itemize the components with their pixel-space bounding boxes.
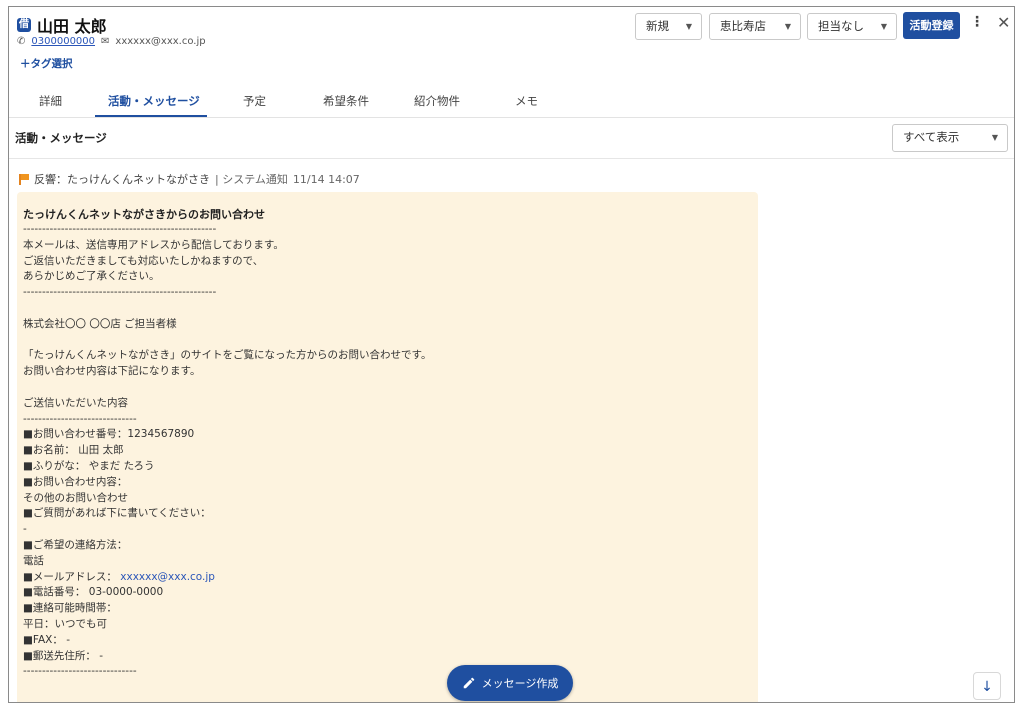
- tag-select-link[interactable]: ＋タグ選択: [20, 56, 73, 71]
- pencil-icon: [463, 677, 474, 689]
- message-line: [23, 301, 431, 317]
- message-line: ■郵送先住所： -: [23, 649, 104, 662]
- activity-source: | システム通知: [215, 173, 288, 186]
- message-line: [23, 333, 431, 349]
- tab-memo[interactable]: メモ: [515, 93, 538, 109]
- compose-label: メッセージ作成: [481, 677, 559, 690]
- message-line: ■ふりがな： やまだ たろう: [23, 459, 155, 472]
- message-line: ■ご希望の連絡方法：: [23, 538, 128, 551]
- message-line: ご送信いただいた内容: [23, 396, 128, 409]
- message-title: たっけんくんネットながさきからのお問い合わせ: [23, 208, 265, 221]
- message-line: [23, 380, 431, 396]
- flag-icon: [19, 173, 29, 185]
- filter-dropdown[interactable]: すべて表示 ▼: [892, 124, 1008, 152]
- message-line: ■FAX： -: [23, 633, 70, 646]
- message-line: -: [23, 523, 27, 536]
- message-card: たっけんくんネットながさきからのお問い合わせ -----------------…: [17, 192, 758, 702]
- message-line: あらかじめご了承ください。: [23, 270, 160, 283]
- message-line: ■お問い合わせ内容：: [23, 475, 128, 488]
- customer-name: 山田 太郎: [37, 17, 107, 36]
- assignee-value: 担当なし: [818, 19, 864, 33]
- message-line: ■お問い合わせ番号：1234567890: [23, 428, 195, 441]
- chevron-down-icon: ▼: [685, 22, 692, 31]
- arrow-down-icon[interactable]: ↓: [973, 672, 1001, 700]
- tab-introduced-properties[interactable]: 紹介物件: [414, 93, 460, 109]
- mail-icon: ✉: [101, 36, 110, 47]
- email-label: ■メールアドレス：: [23, 570, 117, 583]
- email-link[interactable]: xxxxxx@xxx.co.jp: [120, 571, 215, 583]
- activity-header: 反響：たっけんくんネットながさき | システム通知 11/14 14:07: [19, 171, 360, 187]
- phone-icon: ✆: [17, 36, 26, 47]
- message-body: ----------------------------------------…: [23, 222, 431, 680]
- message-line: ■お名前： 山田 太郎: [23, 444, 124, 457]
- customer-type-badge: 借: [17, 18, 31, 32]
- tab-preferences[interactable]: 希望条件: [323, 93, 369, 109]
- customer-panel: 借 山田 太郎 ✆ 0300000000 ✉ xxxxxx@xxx.co.jp …: [8, 6, 1015, 703]
- tab-activity-messages[interactable]: 活動・メッセージ: [108, 93, 200, 109]
- message-line: ------------------------------: [23, 412, 137, 425]
- tab-bar: 詳細 活動・メッセージ 予定 希望条件 紹介物件 メモ: [9, 85, 1014, 118]
- email-text: xxxxxx@xxx.co.jp: [115, 36, 206, 47]
- message-line: ■ご質問があれば下に書いてください：: [23, 507, 211, 520]
- customer-name-row: 借 山田 太郎: [17, 13, 107, 37]
- more-vertical-icon[interactable]: ⋮: [970, 14, 984, 30]
- message-line: 株式会社〇〇 〇〇店 ご担当者様: [23, 317, 177, 330]
- contact-row: ✆ 0300000000 ✉ xxxxxx@xxx.co.jp: [17, 36, 206, 47]
- section-header: 活動・メッセージ すべて表示 ▼: [9, 118, 1014, 159]
- activity-datetime: 11/14 14:07: [292, 172, 360, 186]
- section-title: 活動・メッセージ: [15, 131, 107, 145]
- message-line: ご返信いただきましても対応いたしかねますので、: [23, 254, 264, 267]
- message-line: ----------------------------------------…: [23, 223, 217, 235]
- message-line: ----------------------------------------…: [23, 286, 217, 299]
- tab-schedule[interactable]: 予定: [243, 93, 266, 109]
- message-line-email: ■メールアドレス： xxxxxx@xxx.co.jp: [23, 570, 431, 586]
- phone-link[interactable]: 0300000000: [31, 36, 95, 47]
- message-line: ■電話番号： 03-0000-0000: [23, 586, 164, 599]
- activity-label: 反響：たっけんくんネットながさき: [34, 173, 210, 186]
- message-line: 本メールは、送信専用アドレスから配信しております。: [23, 238, 284, 251]
- status-dropdown[interactable]: 新規 ▼: [635, 13, 702, 40]
- active-tab-indicator: [95, 115, 207, 117]
- store-dropdown[interactable]: 恵比寿店 ▼: [709, 13, 801, 40]
- compose-message-button[interactable]: メッセージ作成: [447, 665, 573, 701]
- close-icon[interactable]: ✕: [997, 13, 1010, 32]
- chevron-down-icon: ▼: [880, 22, 887, 31]
- register-activity-button[interactable]: 活動登録: [903, 12, 960, 39]
- status-value: 新規: [646, 19, 669, 33]
- message-line: お問い合わせ内容は下記になります。: [23, 365, 201, 378]
- message-line: ■連絡可能時間帯：: [23, 602, 117, 615]
- chevron-down-icon: ▼: [991, 133, 998, 142]
- tab-details[interactable]: 詳細: [39, 93, 62, 109]
- message-line: 平日：いつでも可: [23, 617, 107, 630]
- chevron-down-icon: ▼: [784, 22, 791, 31]
- assignee-dropdown[interactable]: 担当なし ▼: [807, 13, 897, 40]
- message-line: ------------------------------: [23, 665, 137, 678]
- message-line: 「たっけんくんネットながさき」のサイトをご覧になった方からのお問い合わせです。: [23, 349, 432, 362]
- store-value: 恵比寿店: [720, 19, 766, 33]
- filter-value: すべて表示: [903, 130, 960, 144]
- message-line: 電話: [23, 554, 44, 567]
- message-line: その他のお問い合わせ: [23, 491, 128, 504]
